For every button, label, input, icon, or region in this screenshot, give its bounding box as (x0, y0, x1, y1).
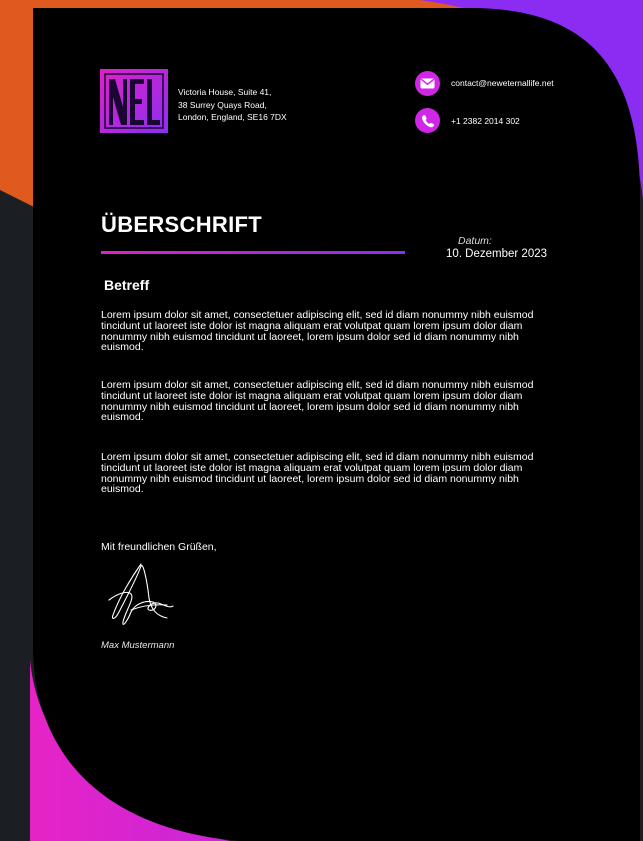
contact-phone[interactable]: +1 2382 2014 302 (451, 116, 520, 126)
envelope-icon (415, 71, 440, 96)
address-line-2: 38 Surrey Quays Road, (178, 99, 267, 110)
document-heading: ÜBERSCHRIFT (101, 212, 262, 237)
company-address: Victoria House, Suite 41, 38 Surrey Quay… (178, 86, 287, 124)
subject-line: Betreff (104, 277, 150, 293)
body-paragraph-1: Lorem ipsum dolor sit amet, consectetuer… (101, 309, 534, 354)
date-label: Datum: (458, 235, 492, 247)
company-logo (100, 69, 168, 133)
phone-icon (415, 108, 440, 133)
body-paragraph-3: Lorem ipsum dolor sit amet, consectetuer… (101, 451, 534, 496)
letterhead-page: Victoria House, Suite 41, 38 Surrey Quay… (0, 0, 643, 841)
body-paragraph-2: Lorem ipsum dolor sit amet, consectetuer… (101, 379, 534, 424)
address-line-3: London, England, SE16 7DX (178, 112, 287, 122)
date-value: 10. Dezember 2023 (446, 248, 548, 260)
heading-underline (101, 251, 405, 254)
address-line-1: Victoria House, Suite 41, (178, 87, 272, 97)
closing-salutation: Mit freundlichen Grüßen, (101, 541, 217, 553)
contact-email[interactable]: contact@neweternallife.net (451, 78, 554, 88)
signer-name: Max Mustermann (101, 640, 175, 651)
handwritten-signature (101, 560, 181, 632)
